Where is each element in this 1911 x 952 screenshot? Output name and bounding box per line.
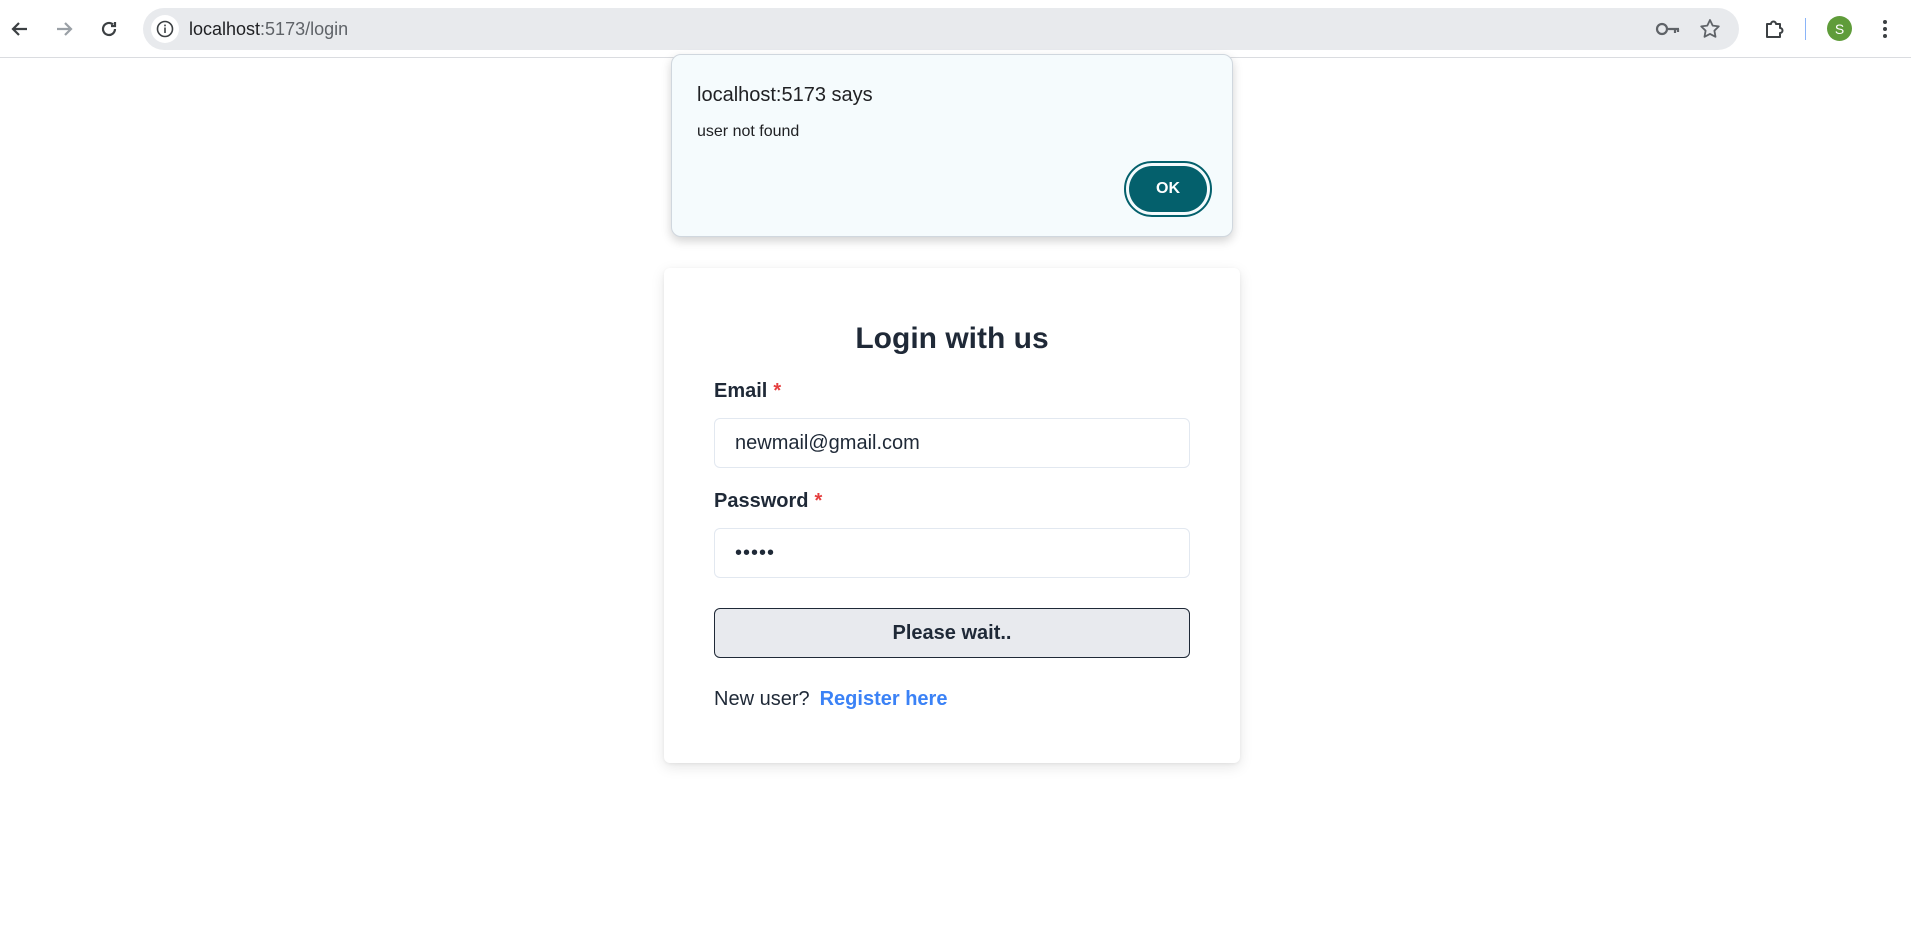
bookmark-star-icon[interactable] xyxy=(1698,17,1722,46)
register-link[interactable]: Register here xyxy=(820,688,948,710)
dialog-title: localhost:5173 says xyxy=(697,84,873,106)
email-label-text: Email xyxy=(714,380,768,402)
password-label: Password * xyxy=(714,490,822,513)
back-arrow-icon[interactable] xyxy=(0,10,40,48)
forward-arrow-icon[interactable] xyxy=(44,10,84,48)
password-value: ••••• xyxy=(735,541,776,564)
site-info-icon[interactable] xyxy=(151,15,179,43)
login-submit-button[interactable]: Please wait.. xyxy=(714,608,1190,658)
required-marker: * xyxy=(773,380,782,402)
extensions-puzzle-icon[interactable] xyxy=(1754,10,1794,48)
password-label-text: Password xyxy=(714,490,809,512)
required-marker: * xyxy=(814,490,823,512)
login-card: Login with us Email * newmail@gmail.com P… xyxy=(664,268,1240,763)
password-key-icon[interactable] xyxy=(1655,17,1681,46)
ok-button-focus-ring: OK xyxy=(1124,161,1212,217)
profile-avatar[interactable]: S xyxy=(1827,16,1852,41)
page-title: Login with us xyxy=(855,322,1049,355)
url-host: localhost xyxy=(189,19,261,39)
url-path: :5173/login xyxy=(260,19,349,39)
email-label: Email * xyxy=(714,380,781,403)
email-value: newmail@gmail.com xyxy=(735,431,920,454)
email-field[interactable]: newmail@gmail.com xyxy=(714,418,1190,468)
password-field[interactable]: ••••• xyxy=(714,528,1190,578)
submit-label: Please wait.. xyxy=(892,621,1012,644)
dialog-message: user not found xyxy=(697,123,800,140)
browser-toolbar: localhost:5173/login S xyxy=(0,0,1911,58)
alert-dialog: localhost:5173 says user not found OK xyxy=(671,54,1233,237)
register-prompt: New user? Register here xyxy=(714,688,947,711)
ok-button[interactable]: OK xyxy=(1129,166,1207,212)
kebab-menu-icon[interactable] xyxy=(1865,10,1905,48)
reload-icon[interactable] xyxy=(89,10,129,48)
toolbar-divider xyxy=(1805,18,1806,40)
profile-initial: S xyxy=(1834,20,1845,37)
url-text[interactable]: localhost:5173/login xyxy=(189,19,348,40)
new-user-text: New user? xyxy=(714,688,810,710)
address-bar[interactable]: localhost:5173/login xyxy=(143,8,1739,50)
